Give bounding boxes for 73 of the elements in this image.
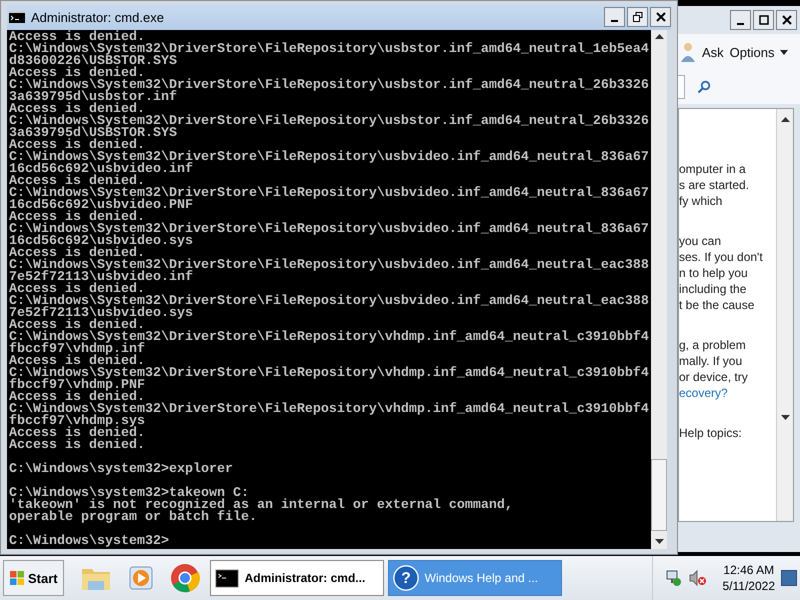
minimize-button[interactable] — [604, 7, 625, 27]
console-line: fbccf97\vhdmp.PNF — [8, 380, 145, 392]
console-line: C:\Windows\System32\DriverStore\FileRepository\usbvideo.inf_amd64_neutral_eac388 — [8, 260, 650, 272]
network-icon[interactable] — [664, 569, 682, 587]
help-text: omputer in a — [679, 161, 747, 177]
search-icon[interactable] — [697, 80, 711, 94]
maximize-button[interactable] — [753, 10, 774, 30]
browser-icon[interactable] — [170, 563, 200, 593]
console-line: C:\Windows\System32\DriverStore\FileRepository\vhdmp.inf_amd64_neutral_c3910bbf4 — [8, 368, 650, 380]
scroll-thumb[interactable] — [651, 459, 667, 531]
console-line: C:\Windows\System32\DriverStore\FileRepository\usbvideo.inf_amd64_neutral_eac388 — [8, 296, 650, 308]
console-line: C:\Windows\system32> — [8, 536, 170, 548]
console-line: C:\Windows\System32\DriverStore\FileRepository\usbvideo.inf_amd64_neutral_836a67 — [8, 224, 650, 236]
scroll-down-icon[interactable] — [654, 539, 664, 545]
help-text: s are started. — [679, 177, 750, 193]
close-button[interactable] — [776, 10, 797, 30]
scroll-up-icon[interactable] — [780, 117, 790, 123]
console-line: C:\Windows\System32\DriverStore\FileRepository\vhdmp.inf_amd64_neutral_c3910bbf4 — [8, 332, 650, 344]
taskbar-button[interactable]: ? Windows Help and ... — [388, 560, 562, 596]
help-text: you can — [679, 233, 722, 249]
console-line: operable program or batch file. — [8, 512, 258, 524]
console-line: C:\Windows\System32\DriverStore\FileRepository\vhdmp.inf_amd64_neutral_c3910bbf4 — [8, 404, 650, 416]
scroll-down-icon[interactable] — [780, 415, 790, 421]
console-line: 7e52f72113\usbvideo.sys — [8, 308, 193, 320]
start-button[interactable]: Start — [3, 560, 64, 596]
time-text: 12:46 AM — [723, 562, 774, 578]
help-text: or device, try — [679, 369, 749, 385]
console-line: C:\Windows\system32>takeown C: — [8, 488, 250, 500]
help-text: fy which — [679, 193, 724, 209]
console-line: C:\Windows\System32\DriverStore\FileRepository\usbstor.inf_amd64_neutral_26b3326 — [8, 80, 650, 92]
console-line: fbccf97\vhdmp.inf — [8, 344, 145, 356]
toolbar-button[interactable]: Ask — [702, 44, 724, 60]
help-icon: ? — [392, 565, 419, 591]
search-field[interactable] — [678, 75, 685, 99]
help-text: mally. If you — [679, 353, 744, 369]
window-title: Administrator: cmd.exe — [31, 10, 164, 24]
scrollbar[interactable] — [651, 30, 667, 549]
date-text: 5/11/2022 — [722, 578, 775, 594]
taskbar-button[interactable]: Administrator: cmd... — [210, 560, 384, 596]
restore-button[interactable] — [627, 7, 648, 27]
console-line: C:\Windows\System32\DriverStore\FileRepository\usbvideo.inf_amd64_neutral_836a67 — [8, 188, 650, 200]
console-line: fbccf97\vhdmp.sys — [8, 416, 145, 428]
console-icon — [214, 568, 239, 588]
help-text: including the — [679, 281, 748, 297]
help-text: ses. If you don't — [679, 249, 764, 265]
help-text: t be the cause — [679, 297, 756, 313]
help-text: Help topics: — [679, 425, 743, 441]
console-line: 16cd56c692\usbvideo.sys — [8, 236, 193, 248]
minimize-button[interactable] — [730, 10, 751, 30]
scrollbar[interactable] — [776, 109, 793, 521]
help-text: n to help you — [679, 265, 749, 281]
muted-speaker-icon[interactable] — [688, 569, 706, 587]
close-icon — [782, 15, 792, 25]
clock[interactable]: 12:46 AM 5/11/2022 — [722, 562, 775, 594]
toolbar-button[interactable]: Options — [730, 44, 788, 60]
console-icon — [9, 11, 25, 23]
console-line: C:\Windows\System32\DriverStore\FileRepository\usbstor.inf_amd64_neutral_26b3326 — [8, 116, 650, 128]
minimize-icon — [611, 20, 618, 22]
close-button[interactable] — [650, 7, 671, 27]
media-player-icon[interactable] — [128, 564, 154, 592]
console-line: C:\Windows\System32\DriverStore\FileRepository\usbvideo.inf_amd64_neutral_836a67 — [8, 152, 650, 164]
console-line: C:\Windows\System32\DriverStore\FileRepository\usbstor.inf_amd64_neutral_1eb5ea4 — [8, 44, 650, 56]
close-icon — [656, 12, 666, 22]
people-icon[interactable] — [680, 41, 696, 63]
restore-icon — [632, 12, 642, 22]
minimize-icon — [737, 23, 744, 25]
maximize-icon — [758, 15, 768, 25]
windows-logo-icon — [9, 570, 25, 586]
console-line: Access is denied. — [8, 440, 146, 452]
help-link[interactable]: ecovery? — [679, 385, 776, 401]
scroll-up-icon[interactable] — [654, 34, 664, 40]
console-line: C:\Windows\system32>explorer — [8, 464, 234, 476]
help-text: g, a problem — [679, 337, 747, 353]
